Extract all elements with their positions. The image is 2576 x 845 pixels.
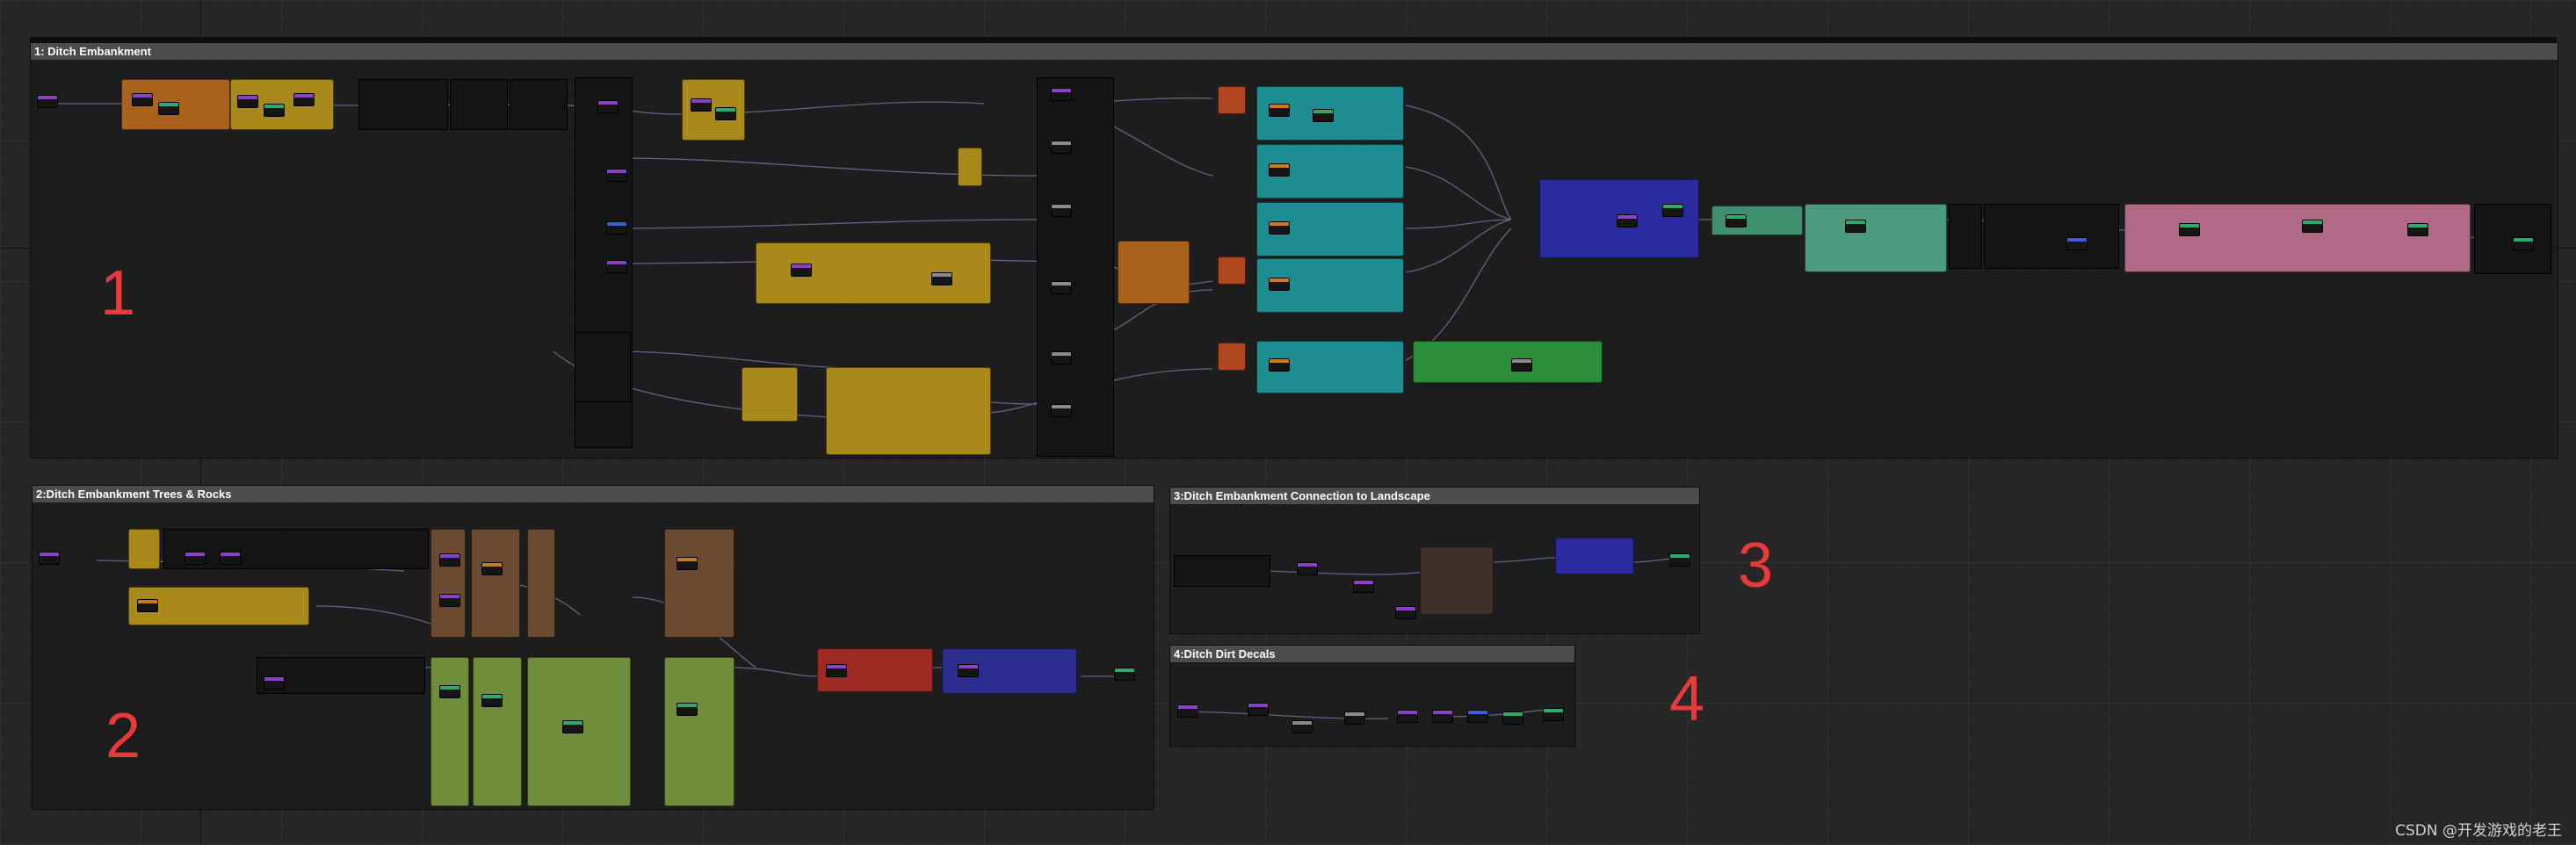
- graph-node[interactable]: [1292, 720, 1313, 733]
- node-group-navy[interactable]: [1555, 538, 1634, 574]
- graph-node[interactable]: [1269, 163, 1290, 177]
- graph-node[interactable]: [2407, 223, 2428, 236]
- graph-node[interactable]: [597, 100, 619, 113]
- graph-node[interactable]: [264, 676, 285, 690]
- node-block-dark[interactable]: [1949, 204, 1982, 269]
- graph-node[interactable]: [1051, 404, 1072, 417]
- graph-node[interactable]: [37, 95, 58, 108]
- graph-node[interactable]: [791, 264, 812, 277]
- graph-node[interactable]: [1051, 204, 1072, 217]
- graph-node[interactable]: [677, 703, 698, 716]
- node-group-yellow[interactable]: [742, 367, 798, 422]
- graph-node[interactable]: [2513, 237, 2534, 250]
- node-group-orange-small[interactable]: [1118, 241, 1190, 304]
- graph-node[interactable]: [1177, 704, 1198, 718]
- graph-node[interactable]: [2066, 237, 2088, 250]
- graph-node[interactable]: [1662, 204, 1683, 217]
- graph-node[interactable]: [237, 95, 258, 108]
- node-group-red-small[interactable]: [1218, 343, 1246, 371]
- graph-node[interactable]: [132, 93, 153, 106]
- graph-node[interactable]: [958, 664, 979, 677]
- graph-node[interactable]: [1051, 351, 1072, 365]
- node-block-dark[interactable]: [358, 79, 448, 130]
- section-number-label: 1: [100, 258, 136, 329]
- node-block-dark[interactable]: [575, 332, 631, 402]
- node-group-green[interactable]: [1413, 341, 1603, 383]
- node-group-lime[interactable]: [473, 657, 522, 806]
- graph-node[interactable]: [1845, 220, 1866, 233]
- graph-node[interactable]: [1467, 710, 1488, 723]
- section-number-label: 2: [105, 701, 141, 771]
- graph-node[interactable]: [158, 102, 179, 115]
- node-group-lime[interactable]: [431, 657, 469, 806]
- graph-node[interactable]: [606, 169, 627, 182]
- node-block-dark[interactable]: [1174, 555, 1270, 587]
- graph-node[interactable]: [691, 98, 712, 112]
- graph-node[interactable]: [1114, 668, 1135, 681]
- graph-node[interactable]: [1051, 281, 1072, 294]
- graph-node[interactable]: [1669, 553, 1690, 567]
- node-group-brown[interactable]: [527, 529, 555, 638]
- graph-node[interactable]: [439, 685, 460, 698]
- node-group-red-small[interactable]: [1218, 86, 1246, 114]
- graph-node[interactable]: [677, 557, 698, 570]
- graph-node[interactable]: [1395, 606, 1416, 619]
- node-group-seafoam[interactable]: [1805, 204, 1947, 272]
- graph-node[interactable]: [2179, 223, 2200, 236]
- graph-node[interactable]: [39, 552, 60, 565]
- graph-node[interactable]: [293, 93, 315, 106]
- node-block-dark[interactable]: [450, 79, 508, 130]
- graph-node[interactable]: [1051, 88, 1072, 101]
- graph-node[interactable]: [481, 694, 503, 707]
- graph-node[interactable]: [1248, 703, 1269, 716]
- graph-node[interactable]: [562, 720, 583, 733]
- node-group-yellow-large[interactable]: [826, 367, 991, 455]
- graph-node[interactable]: [1269, 221, 1290, 235]
- node-block-dark[interactable]: [1984, 204, 2119, 269]
- graph-node[interactable]: [1297, 562, 1318, 575]
- graph-node[interactable]: [1313, 109, 1334, 122]
- graph-node[interactable]: [220, 552, 241, 565]
- node-block-dark[interactable]: [1037, 77, 1114, 457]
- graph-node[interactable]: [931, 272, 952, 285]
- node-group-pink[interactable]: [2124, 204, 2471, 272]
- section-number-label: 3: [1738, 531, 1774, 601]
- graph-node[interactable]: [2302, 220, 2323, 233]
- graph-node[interactable]: [1617, 214, 1638, 228]
- graph-node[interactable]: [606, 221, 627, 235]
- graph-node[interactable]: [715, 107, 736, 120]
- graph-node[interactable]: [439, 594, 460, 607]
- graph-node[interactable]: [1269, 358, 1290, 372]
- graph-node[interactable]: [439, 553, 460, 567]
- graph-node[interactable]: [481, 562, 503, 575]
- node-group-yellow[interactable]: [958, 148, 982, 186]
- node-group-brown[interactable]: [1420, 546, 1494, 615]
- watermark-text: CSDN @开发游戏的老王: [2395, 822, 2562, 840]
- graph-node[interactable]: [1353, 580, 1374, 593]
- node-group-brown[interactable]: [664, 529, 734, 638]
- node-group-brown[interactable]: [431, 529, 466, 638]
- graph-node[interactable]: [1543, 708, 1564, 721]
- graph-node[interactable]: [1051, 141, 1072, 154]
- node-group-yellow[interactable]: [128, 529, 160, 569]
- graph-node[interactable]: [185, 552, 206, 565]
- node-group-lime[interactable]: [664, 657, 734, 806]
- node-group-red-small[interactable]: [1218, 256, 1246, 285]
- graph-node[interactable]: [1432, 710, 1453, 723]
- node-block-dark[interactable]: [510, 79, 568, 130]
- graph-node[interactable]: [1344, 711, 1365, 725]
- graph-node[interactable]: [1726, 214, 1747, 228]
- graph-node[interactable]: [1397, 710, 1418, 723]
- graph-node[interactable]: [264, 104, 285, 117]
- section-number-label: 4: [1669, 664, 1705, 734]
- graph-node[interactable]: [1269, 278, 1290, 291]
- graph-node[interactable]: [826, 664, 847, 677]
- graph-node[interactable]: [137, 599, 158, 612]
- graph-node[interactable]: [1511, 358, 1532, 372]
- graph-node[interactable]: [1269, 104, 1290, 117]
- graph-node[interactable]: [1502, 711, 1523, 725]
- node-group-brown[interactable]: [471, 529, 520, 638]
- graph-node[interactable]: [606, 260, 627, 273]
